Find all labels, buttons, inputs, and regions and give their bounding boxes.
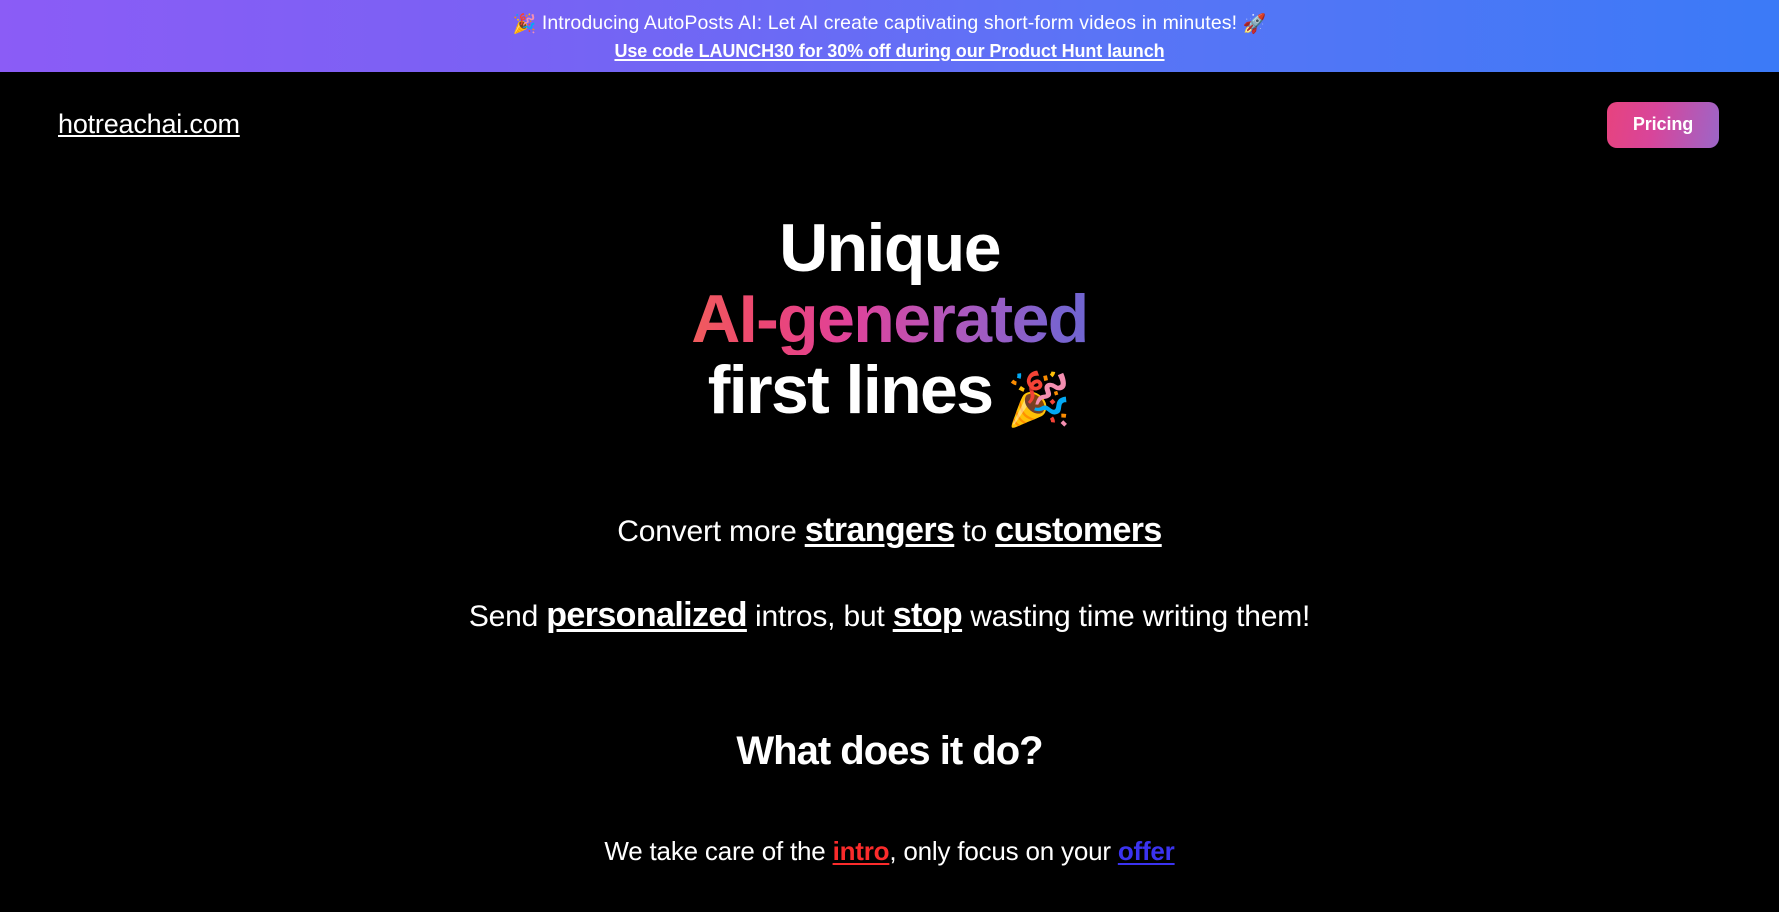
section-body-text: We take care of the intro, only focus on… (0, 833, 1779, 869)
party-popper-icon: 🎉 (1006, 371, 1072, 429)
party-popper-icon: 🎉 (512, 14, 537, 35)
rocket-icon: 🚀 (1242, 14, 1267, 35)
hero-title-line-1: Unique (779, 210, 1001, 286)
promo-banner-headline-text: Introducing AutoPosts AI: Let AI create … (541, 12, 1238, 34)
section-body-prefix: We take care of the (604, 836, 833, 866)
hero-sub-2-emphasis-personalized: personalized (546, 596, 747, 634)
hero-sub-2-emphasis-stop: stop (892, 596, 963, 634)
hero-sub-1-middle: to (954, 515, 996, 548)
brand-logo[interactable]: hotreachai.com (58, 111, 240, 138)
hero-sub-2-prefix: Send (468, 600, 547, 633)
hero-sub-1-emphasis-strangers: strangers (804, 511, 955, 549)
hero-title-line-3-text: first lines (707, 352, 994, 428)
hero-title-line-3: first lines 🎉 (0, 355, 1779, 436)
hero-subheadline-2: Send personalized intros, but stop wasti… (0, 595, 1779, 637)
hero-sub-1-prefix: Convert more (617, 515, 805, 548)
what-does-it-do-section: What does it do? We take care of the int… (0, 727, 1779, 869)
promo-banner-headline: 🎉 Introducing AutoPosts AI: Let AI creat… (513, 10, 1267, 38)
section-body-middle: , only focus on your (889, 836, 1118, 866)
hero-sub-1-emphasis-customers: customers (995, 511, 1162, 549)
hero-title: Unique AI-generated first lines 🎉 (0, 213, 1779, 436)
hero-sub-2-middle: intros, but (746, 600, 893, 633)
intro-link[interactable]: intro (833, 836, 890, 866)
hero-subheadline-1: Convert more strangers to customers (0, 510, 1779, 552)
hero-title-line-2: AI-generated (0, 284, 1779, 355)
offer-link[interactable]: offer (1118, 836, 1175, 866)
site-header: hotreachai.com Pricing (0, 72, 1779, 177)
hero-title-gradient-text: AI-generated (691, 281, 1089, 357)
promo-banner: 🎉 Introducing AutoPosts AI: Let AI creat… (0, 0, 1779, 72)
hero-sub-2-suffix: wasting time writing them! (962, 600, 1311, 633)
promo-banner-cta-link[interactable]: Use code LAUNCH30 for 30% off during our… (614, 38, 1164, 64)
section-heading: What does it do? (736, 729, 1043, 773)
main-content: Unique AI-generated first lines 🎉 Convert… (0, 177, 1779, 869)
pricing-button[interactable]: Pricing (1607, 101, 1719, 148)
hero-section: Unique AI-generated first lines 🎉 Convert… (0, 177, 1779, 637)
